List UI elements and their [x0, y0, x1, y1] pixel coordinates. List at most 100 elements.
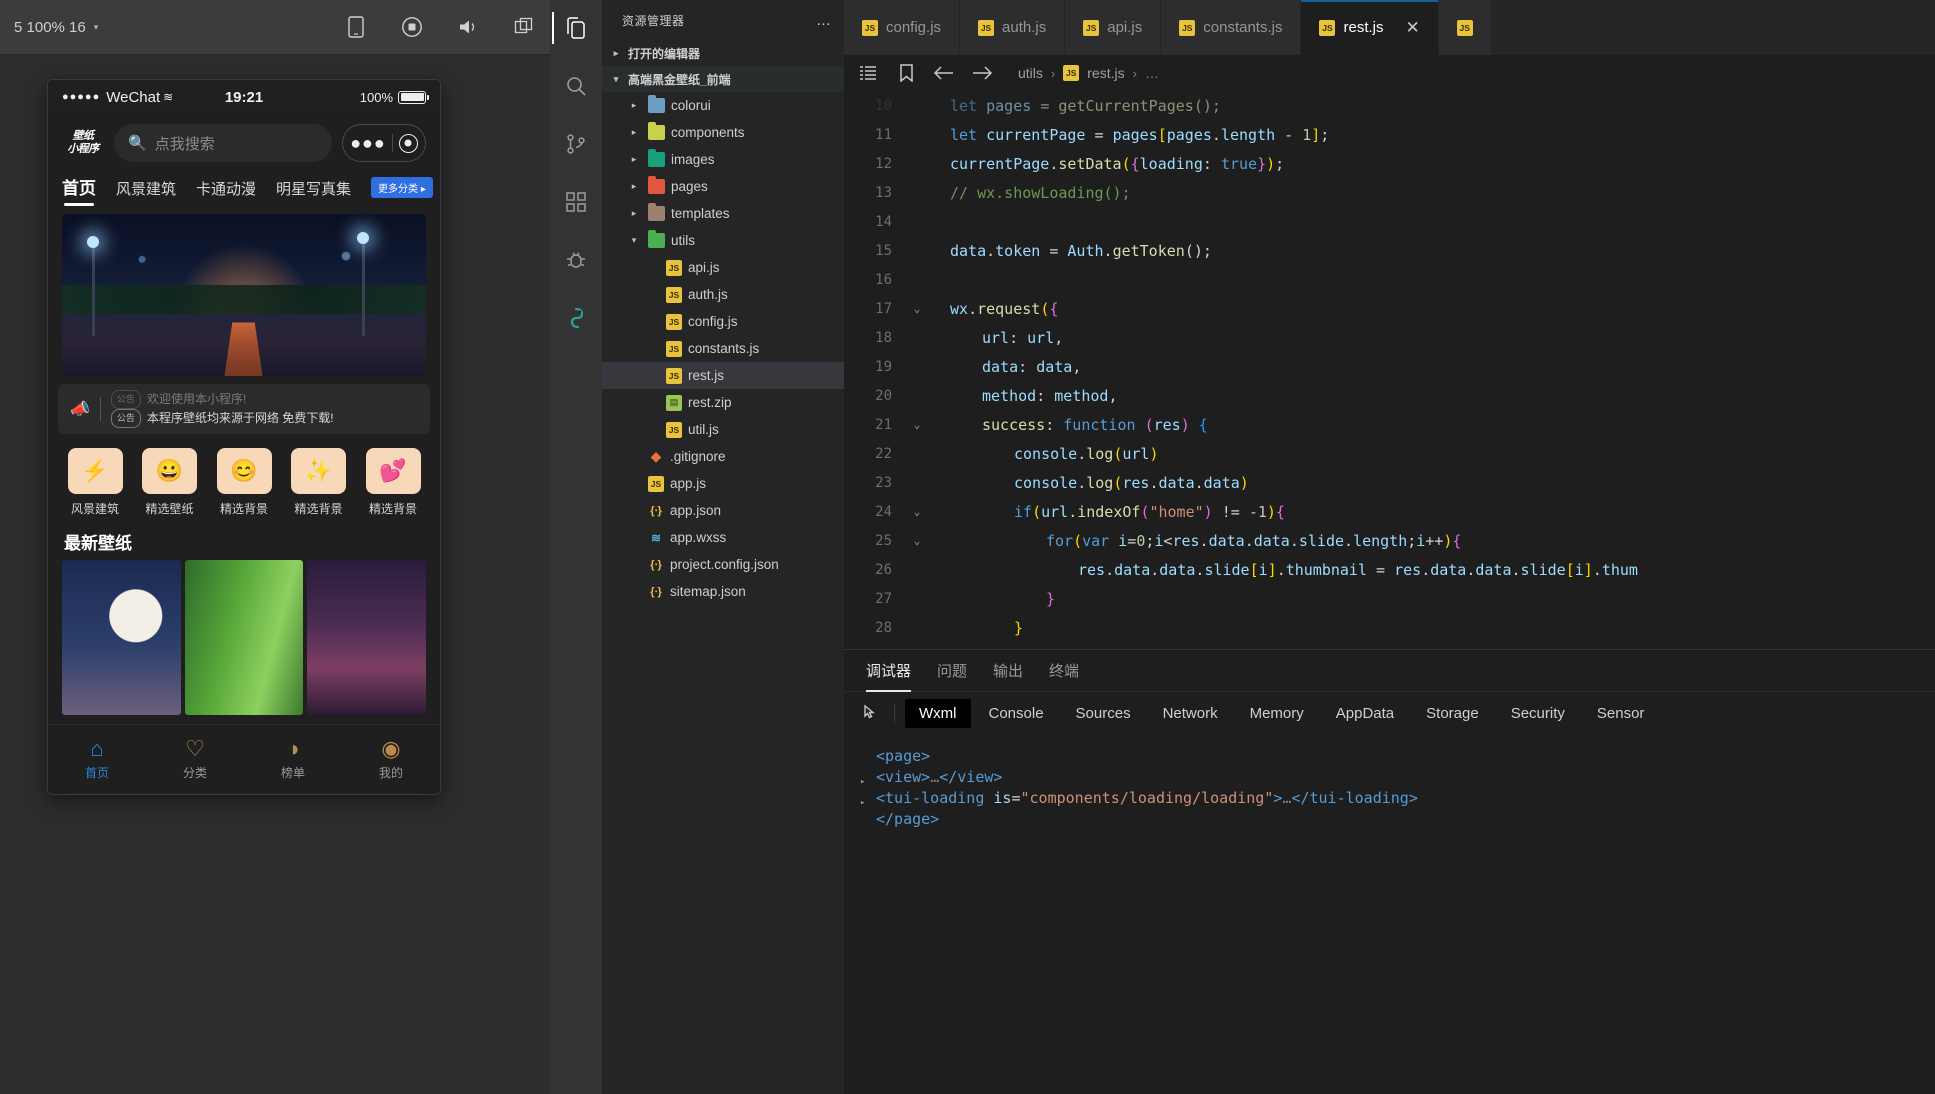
chevron-right-icon[interactable]: ▸: [626, 181, 642, 192]
explorer-icon[interactable]: [552, 8, 600, 48]
breadcrumb-file[interactable]: rest.js: [1087, 65, 1124, 81]
more-actions-icon[interactable]: …: [816, 12, 832, 29]
editor-tab-overflow[interactable]: JS: [1438, 0, 1492, 55]
banner-image[interactable]: [62, 214, 426, 376]
category-tab-cartoon[interactable]: 卡通动漫: [196, 178, 256, 208]
panel-tab-1[interactable]: 问题: [937, 650, 967, 692]
back-arrow-icon[interactable]: [930, 60, 958, 86]
wallpaper-thumb-1[interactable]: [62, 560, 181, 715]
file-tree-item[interactable]: ▸ components: [602, 119, 844, 146]
volume-icon[interactable]: [456, 15, 480, 39]
wxml-node[interactable]: ▸ <view>…</view>: [860, 767, 1919, 788]
forward-arrow-icon[interactable]: [968, 60, 996, 86]
wxml-tree[interactable]: <page> ▸ <view>…</view> ▸ <tui-loading is="c…: [844, 734, 1935, 842]
file-tree-item[interactable]: ≋ app.wxss: [602, 524, 844, 551]
tabbar-item-ranking[interactable]: ◑ 榜单: [244, 725, 342, 794]
source-control-icon[interactable]: [552, 124, 600, 164]
fold-chevron-icon[interactable]: ⌄: [906, 418, 928, 431]
simulator-scale-control[interactable]: 5 100% 16 ▾: [14, 19, 98, 36]
tabbar-item-category[interactable]: ♡ 分类: [146, 725, 244, 794]
category-tab-celebrity[interactable]: 明星写真集: [276, 178, 351, 208]
editor-tab-api-js[interactable]: JS api.js: [1065, 0, 1162, 55]
chevron-right-icon[interactable]: ▸: [626, 100, 642, 111]
devtools-tab-memory[interactable]: Memory: [1236, 699, 1318, 728]
editor-tab-auth-js[interactable]: JS auth.js: [960, 0, 1066, 55]
file-tree-item[interactable]: ▤ rest.zip: [602, 389, 844, 416]
file-tree-item[interactable]: ▸ templates: [602, 200, 844, 227]
editor-tab-bar: JS config.js JS auth.js JS api.js JS constants.…: [844, 0, 1935, 55]
fold-chevron-icon[interactable]: ⌄: [906, 302, 928, 315]
phone-simulator[interactable]: ●●●●● WeChat ≋ 19:21 100% 壁纸 小程序 🔍 点我搜索: [48, 80, 440, 794]
phone-icon[interactable]: [344, 15, 368, 39]
panel-tab-2[interactable]: 输出: [993, 650, 1023, 692]
devtools-tab-console[interactable]: Console: [975, 699, 1058, 728]
bookmark-icon[interactable]: [892, 60, 920, 86]
file-tree-item[interactable]: {∙} project.config.json: [602, 551, 844, 578]
editor-tab-rest-js[interactable]: JS rest.js ✕: [1301, 0, 1439, 55]
wxml-node[interactable]: ▸ <tui-loading is="components/loading/loa…: [860, 788, 1919, 809]
record-icon[interactable]: [400, 15, 424, 39]
category-tab-scenery[interactable]: 风景建筑: [116, 178, 176, 208]
wallpaper-thumb-3[interactable]: [307, 560, 427, 715]
file-tree-item[interactable]: JS constants.js: [602, 335, 844, 362]
debug-icon[interactable]: [552, 240, 600, 280]
close-icon[interactable]: ✕: [1406, 18, 1420, 38]
tabbar-item-mine[interactable]: ◉ 我的: [342, 725, 440, 794]
breadcrumb-rest[interactable]: …: [1145, 65, 1159, 81]
wallpaper-thumb-2[interactable]: [184, 560, 304, 715]
explorer-section-project[interactable]: ▾ 高端黑金壁纸_前端: [602, 66, 844, 92]
file-tree-item[interactable]: {∙} sitemap.json: [602, 578, 844, 605]
file-tree-item[interactable]: ▾ utils: [602, 227, 844, 254]
file-tree-item[interactable]: JS util.js: [602, 416, 844, 443]
file-tree-item[interactable]: ▸ colorui: [602, 92, 844, 119]
search-icon[interactable]: [552, 66, 600, 106]
outline-icon[interactable]: [854, 60, 882, 86]
copy-icon[interactable]: [512, 15, 536, 39]
quick-icon-1[interactable]: 😀 精选壁纸: [139, 448, 201, 517]
wxml-node[interactable]: <page>: [860, 746, 1919, 767]
snake-icon[interactable]: [552, 298, 600, 338]
file-tree-item[interactable]: JS rest.js: [602, 362, 844, 389]
devtools-tab-sensor[interactable]: Sensor: [1583, 699, 1659, 728]
fold-chevron-icon[interactable]: ⌄: [906, 534, 928, 547]
editor-tab-constants-js[interactable]: JS constants.js: [1161, 0, 1302, 55]
search-input[interactable]: 🔍 点我搜索: [114, 124, 332, 162]
file-tree-item[interactable]: {∙} app.json: [602, 497, 844, 524]
file-tree-item[interactable]: JS api.js: [602, 254, 844, 281]
chevron-right-icon[interactable]: ▸: [626, 154, 642, 165]
wxml-node[interactable]: </page>: [860, 809, 1919, 830]
extensions-icon[interactable]: [552, 182, 600, 222]
panel-tab-3[interactable]: 终端: [1049, 650, 1079, 692]
panel-tab-0[interactable]: 调试器: [866, 650, 912, 692]
devtools-tab-network[interactable]: Network: [1149, 699, 1232, 728]
notice-bar[interactable]: 📣 公告 欢迎使用本小程序! 公告 本程序壁纸均来源于网络 免费下载!: [58, 384, 430, 434]
quick-icon-3[interactable]: ✨ 精选背景: [288, 448, 350, 517]
quick-icon-2[interactable]: 😊 精选背景: [213, 448, 275, 517]
fold-chevron-icon[interactable]: ⌄: [906, 505, 928, 518]
chevron-right-icon[interactable]: ▸: [626, 127, 642, 138]
devtools-tab-security[interactable]: Security: [1497, 699, 1579, 728]
explorer-section-open-editors[interactable]: ▸ 打开的编辑器: [602, 40, 844, 66]
breadcrumb-folder[interactable]: utils: [1018, 65, 1043, 81]
file-tree-item[interactable]: JS app.js: [602, 470, 844, 497]
devtools-tab-storage[interactable]: Storage: [1412, 699, 1493, 728]
file-tree-item[interactable]: JS config.js: [602, 308, 844, 335]
tabbar-item-home[interactable]: ⌂ 首页: [48, 725, 146, 794]
file-tree-item[interactable]: ▸ images: [602, 146, 844, 173]
chevron-right-icon[interactable]: ▸: [626, 208, 642, 219]
devtools-tab-wxml[interactable]: Wxml: [905, 698, 971, 728]
quick-icon-0[interactable]: ⚡ 风景建筑: [64, 448, 126, 517]
file-tree-item[interactable]: ◆ .gitignore: [602, 443, 844, 470]
editor-tab-config-js[interactable]: JS config.js: [844, 0, 961, 55]
wechat-capsule-button[interactable]: ●●●: [342, 124, 426, 162]
code-editor[interactable]: 10 let pages = getCurrentPages(); 11 let cu…: [844, 91, 1935, 649]
more-categories-badge[interactable]: 更多分类 ▸: [371, 177, 433, 198]
devtools-tab-sources[interactable]: Sources: [1062, 699, 1145, 728]
chevron-down-icon[interactable]: ▾: [626, 235, 642, 246]
file-tree-item[interactable]: ▸ pages: [602, 173, 844, 200]
category-tab-home[interactable]: 首页: [62, 174, 96, 208]
devtools-tab-appdata[interactable]: AppData: [1322, 699, 1408, 728]
quick-icon-4[interactable]: 💕 精选背景: [362, 448, 424, 517]
inspect-element-icon[interactable]: [858, 700, 886, 726]
file-tree-item[interactable]: JS auth.js: [602, 281, 844, 308]
